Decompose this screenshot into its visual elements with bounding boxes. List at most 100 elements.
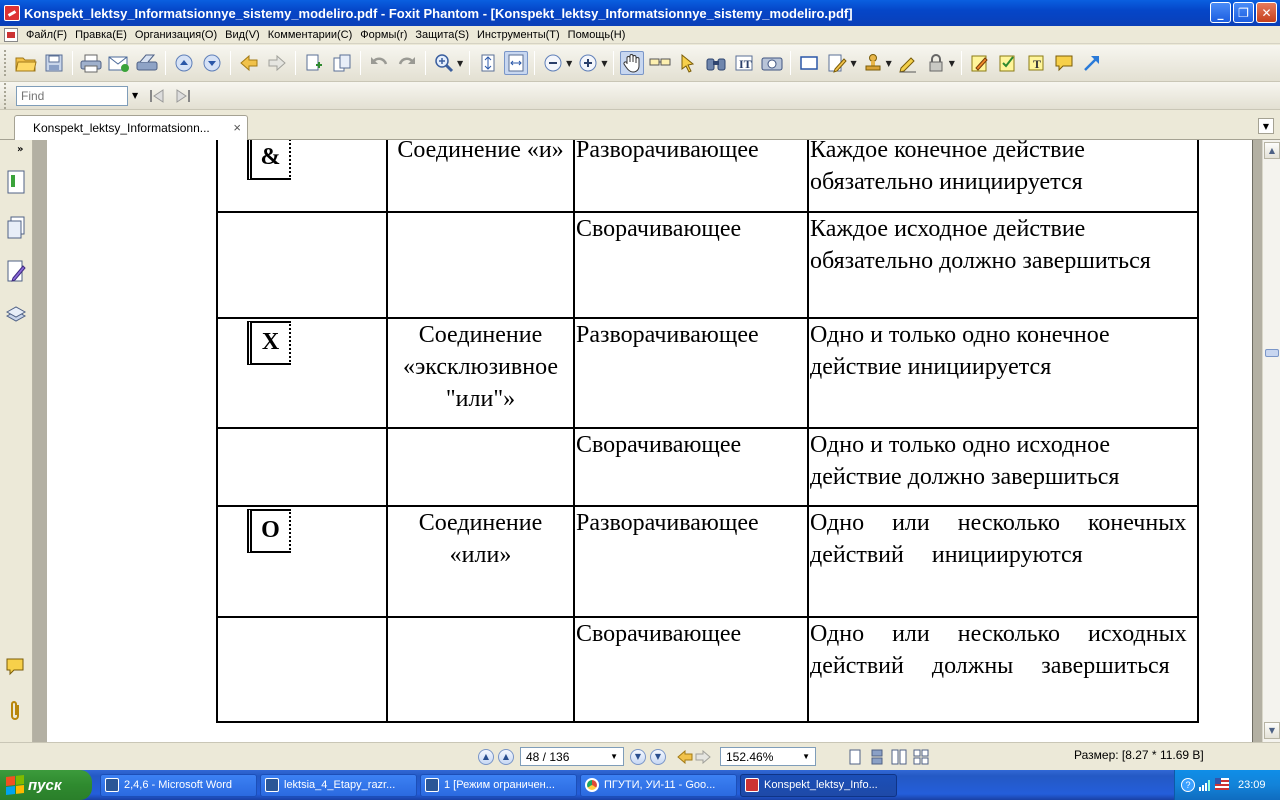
scroll-up-icon[interactable]: ▲ [1264, 142, 1280, 159]
tab-close-icon[interactable]: × [233, 120, 241, 135]
scan-icon[interactable] [135, 51, 159, 75]
find-dropdown-icon[interactable]: ▼ [132, 91, 138, 100]
tab-list-dropdown-icon[interactable]: ▼ [1258, 118, 1274, 134]
previous-view-icon[interactable] [172, 51, 196, 75]
previous-page-icon[interactable]: ▲ [498, 748, 514, 765]
taskbar-item-restricted-mode[interactable]: 1 [Режим ограничен... [420, 773, 577, 797]
document-menu-icon[interactable] [4, 27, 18, 42]
help-tray-icon[interactable]: ? [1181, 778, 1195, 792]
textbox-icon[interactable] [797, 51, 821, 75]
restore-button[interactable]: ❐ [1233, 2, 1254, 23]
insert-page-icon[interactable] [302, 51, 326, 75]
find-binoculars-icon[interactable] [704, 51, 728, 75]
save-icon[interactable] [42, 51, 66, 75]
page-number-field[interactable]: 48 / 136 ▼ [520, 747, 624, 766]
previous-view-arrow-icon[interactable] [676, 748, 694, 766]
continuous-view-icon[interactable] [868, 748, 886, 766]
fit-width-icon[interactable] [504, 51, 529, 75]
find-input[interactable] [16, 85, 128, 106]
sign-pen-icon[interactable] [896, 51, 920, 75]
print-icon[interactable] [79, 51, 103, 75]
zoom-out-icon[interactable] [541, 51, 565, 75]
next-view-icon[interactable] [200, 51, 224, 75]
taskbar-item-foxit[interactable]: Konspekt_lektsy_Info... [740, 773, 897, 797]
stamp-dropdown-icon[interactable]: ▼ [886, 59, 892, 68]
back-arrow-icon[interactable] [237, 51, 261, 75]
menu-protect[interactable]: Защита(S) [411, 29, 473, 41]
network-signal-icon[interactable] [1198, 778, 1212, 792]
undo-icon[interactable] [367, 51, 391, 75]
typewriter-icon[interactable]: IT [732, 51, 756, 75]
facing-view-icon[interactable] [890, 748, 908, 766]
next-view-arrow-icon[interactable] [694, 748, 712, 766]
table-cell: O [216, 505, 388, 618]
email-icon[interactable] [107, 51, 131, 75]
comments-panel-icon[interactable] [5, 260, 27, 284]
taskbar-item-word[interactable]: 2,4,6 - Microsoft Word [100, 773, 257, 797]
text-markup-icon[interactable]: T [1024, 51, 1048, 75]
text-select-icon[interactable] [648, 51, 672, 75]
pages-panel-icon[interactable] [5, 216, 27, 240]
hand-tool-icon[interactable] [620, 51, 645, 75]
annotate-icon[interactable] [996, 51, 1020, 75]
taskbar-item-chrome[interactable]: ПГУТИ, УИ-11 - Goo... [580, 773, 737, 797]
stamp-icon[interactable] [861, 51, 885, 75]
attachments-paperclip-icon[interactable] [5, 700, 27, 724]
taskbar-item-lektsia[interactable]: lektsia_4_Etapy_razr... [260, 773, 417, 797]
zoom-out-dropdown-icon[interactable]: ▼ [566, 59, 572, 68]
document-tab[interactable]: Konspekt_lektsy_Informatsionn... × [14, 115, 248, 140]
find-next-icon[interactable] [172, 85, 194, 107]
expand-panel-icon[interactable]: » [17, 144, 23, 155]
menu-comments[interactable]: Комментарии(C) [264, 29, 357, 41]
vertical-scrollbar[interactable]: ▲ ▼ [1262, 140, 1280, 742]
toolbar-grip[interactable] [4, 50, 8, 76]
single-page-view-icon[interactable] [846, 748, 864, 766]
findbar-grip[interactable] [4, 82, 8, 109]
zoom-in-tool-icon[interactable] [432, 51, 456, 75]
scroll-down-icon[interactable]: ▼ [1264, 722, 1280, 739]
security-lock-icon[interactable] [924, 51, 948, 75]
highlight-icon[interactable] [968, 51, 992, 75]
comments-list-icon[interactable] [5, 656, 27, 680]
zoom-in-icon[interactable] [576, 51, 600, 75]
menu-organize[interactable]: Организация(O) [131, 29, 221, 41]
menu-help[interactable]: Помощь(H) [564, 29, 630, 41]
scrollbar-thumb[interactable] [1265, 349, 1279, 357]
note-comment-icon[interactable] [1052, 51, 1076, 75]
menu-file[interactable]: Файл(F) [22, 29, 71, 41]
arrow-tool-icon[interactable] [1080, 51, 1104, 75]
menu-forms[interactable]: Формы(r) [356, 29, 411, 41]
continuous-facing-view-icon[interactable] [912, 748, 930, 766]
edit-form-icon[interactable] [825, 51, 849, 75]
page-dropdown-icon[interactable]: ▼ [610, 752, 618, 761]
menu-view[interactable]: Вид(V) [221, 29, 264, 41]
find-previous-icon[interactable] [146, 85, 168, 107]
close-button[interactable]: ✕ [1256, 2, 1277, 23]
bookmarks-panel-icon[interactable] [5, 170, 27, 194]
extract-page-icon[interactable] [330, 51, 354, 75]
open-icon[interactable] [14, 51, 38, 75]
menu-tools[interactable]: Инструменты(T) [473, 29, 564, 41]
start-button[interactable]: пуск [0, 770, 92, 800]
language-flag-icon[interactable] [1215, 778, 1229, 792]
security-dropdown-icon[interactable]: ▼ [949, 59, 955, 68]
zoom-level-field[interactable]: 152.46% ▼ [720, 747, 816, 766]
zoom-dropdown-icon[interactable]: ▼ [802, 752, 810, 761]
zoom-in-dropdown-icon[interactable]: ▼ [601, 59, 607, 68]
next-page-icon[interactable]: ▼ [630, 748, 646, 765]
layers-panel-icon[interactable] [5, 304, 27, 328]
snapshot-camera-icon[interactable] [760, 51, 784, 75]
first-page-icon[interactable]: ▲ [478, 748, 494, 765]
foxit-app-icon[interactable] [4, 5, 20, 21]
edit-dropdown-icon[interactable]: ▼ [850, 59, 856, 68]
document-view[interactable]: & Соединение «и» Разворачивающее Каждое … [33, 140, 1262, 742]
zoom-tool-dropdown-icon[interactable]: ▼ [457, 59, 463, 68]
last-page-icon[interactable]: ▼ [650, 748, 666, 765]
select-arrow-icon[interactable] [676, 51, 700, 75]
menu-edit[interactable]: Правка(E) [71, 29, 131, 41]
redo-icon[interactable] [395, 51, 419, 75]
minimize-button[interactable]: _ [1210, 2, 1231, 23]
fit-page-icon[interactable] [476, 51, 500, 75]
clock[interactable]: 23:09 [1238, 779, 1266, 791]
forward-arrow-icon[interactable] [265, 51, 289, 75]
